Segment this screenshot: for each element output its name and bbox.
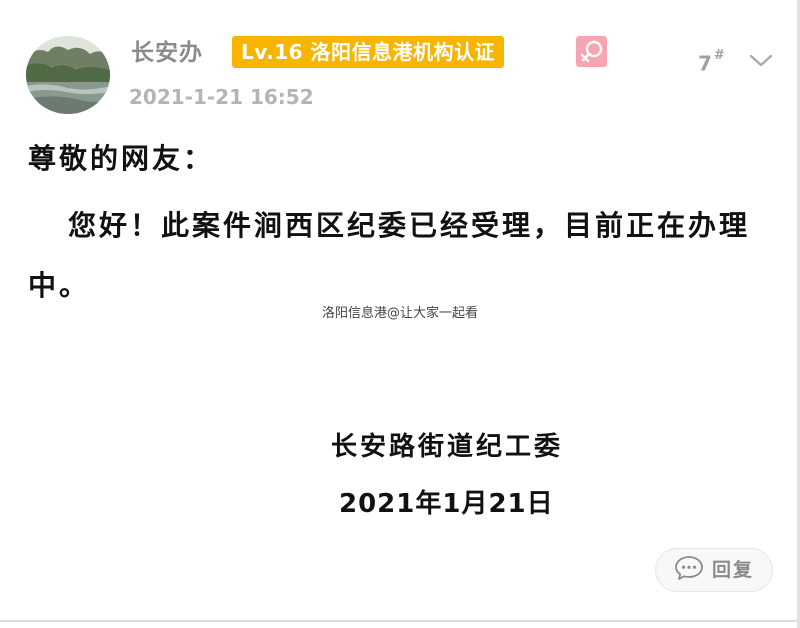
watermark: 洛阳信息港@让大家一起看 [321,306,478,321]
signature-date: 2021年1月21日 [339,489,554,519]
level-badge: Lv.16 洛阳信息港机构认证 [232,36,505,68]
reply-label: 回复 [711,559,754,581]
reply-button[interactable]: 回复 [655,548,773,592]
post-timestamp: 2021-1-21 16:52 [129,85,314,109]
female-icon [576,36,607,67]
floor-number: 7 # [698,47,725,77]
reply-post: 长安办 Lv.16 洛阳信息港机构认证 7 # 2021-1-21 16:52 尊… [0,0,800,628]
post-greeting: 尊敬的网友： [28,142,215,175]
signature-org: 长安路街道纪工委 [331,432,564,462]
author-name[interactable]: 长安办 [131,38,203,68]
floor-value: 7 [698,51,712,76]
comment-icon [674,555,704,585]
author-avatar[interactable] [26,36,110,114]
post-body: 您好！此案件涧西区纪委已经受理，目前正在办理中。 [28,209,751,302]
landscape-avatar-image [26,36,110,114]
bottom-divider [0,620,800,622]
floor-suffix: # [713,48,725,63]
chevron-down-icon[interactable] [748,50,774,70]
